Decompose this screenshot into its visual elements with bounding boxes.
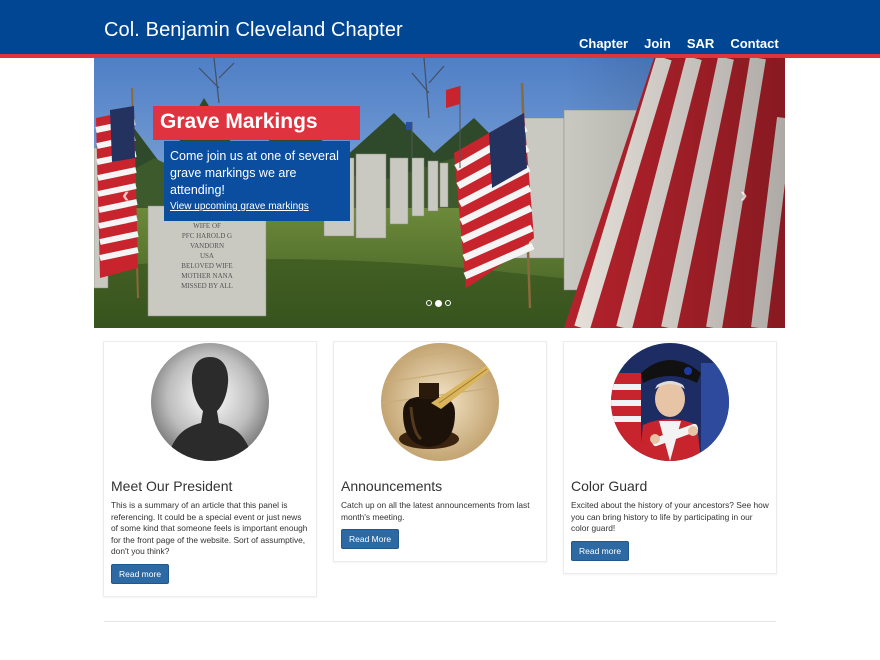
person-silhouette-icon (151, 343, 269, 461)
panel-president: Meet Our President This is a summary of … (103, 341, 317, 597)
read-more-button[interactable]: Read more (571, 541, 630, 561)
panel-title: Color Guard (571, 478, 648, 494)
slide-text: Come join us at one of several grave mar… (170, 149, 339, 197)
panel-color-guard: Color Guard Excited about the history of… (563, 341, 777, 574)
main-nav: Chapter Join SAR Contact (579, 36, 779, 51)
nav-contact[interactable]: Contact (730, 36, 778, 51)
svg-text:VANDORN: VANDORN (190, 242, 224, 250)
slide-title: Grave Markings (153, 106, 360, 140)
carousel-indicator[interactable] (445, 300, 451, 306)
carousel-indicator[interactable] (426, 300, 432, 306)
footer-divider (104, 621, 776, 622)
chevron-right-icon[interactable]: › (740, 182, 747, 208)
svg-text:BELOVED WIFE: BELOVED WIFE (181, 262, 232, 270)
svg-text:WIFE OF: WIFE OF (193, 222, 221, 230)
inkwell-quill-icon (381, 343, 499, 461)
nav-join[interactable]: Join (644, 36, 671, 51)
panel-announcements: Announcements Catch up on all the latest… (333, 341, 547, 562)
chevron-left-icon[interactable]: ‹ (122, 182, 129, 208)
carousel-indicator-active[interactable] (435, 299, 442, 307)
slide-link[interactable]: View upcoming grave markings (170, 201, 344, 212)
site-title[interactable]: Col. Benjamin Cleveland Chapter (104, 19, 403, 42)
panel-text: Catch up on all the latest announcements… (341, 500, 530, 522)
svg-text:MISSED BY ALL: MISSED BY ALL (181, 282, 233, 290)
site-header: Col. Benjamin Cleveland Chapter Chapter … (0, 0, 880, 54)
panel-text: Excited about the history of your ancest… (571, 500, 769, 534)
read-more-button[interactable]: Read more (111, 564, 170, 584)
read-more-button[interactable]: Read More (341, 529, 400, 549)
panel-title: Announcements (341, 478, 443, 494)
hero-carousel[interactable]: WIFE OF PFC HAROLD G VANDORN USA BELOVED… (94, 58, 785, 328)
svg-text:PFC HAROLD G: PFC HAROLD G (182, 232, 232, 240)
nav-chapter[interactable]: Chapter (579, 36, 628, 51)
nav-sar[interactable]: SAR (687, 36, 714, 51)
panel-title: Meet Our President (111, 478, 233, 494)
carousel-indicators (426, 299, 451, 307)
color-guard-soldier-icon (611, 343, 729, 461)
slide-caption: Come join us at one of several grave mar… (164, 141, 350, 221)
svg-text:MOTHER NANA: MOTHER NANA (181, 272, 233, 280)
svg-text:USA: USA (200, 252, 214, 260)
panel-text: This is a summary of an article that thi… (111, 500, 308, 557)
